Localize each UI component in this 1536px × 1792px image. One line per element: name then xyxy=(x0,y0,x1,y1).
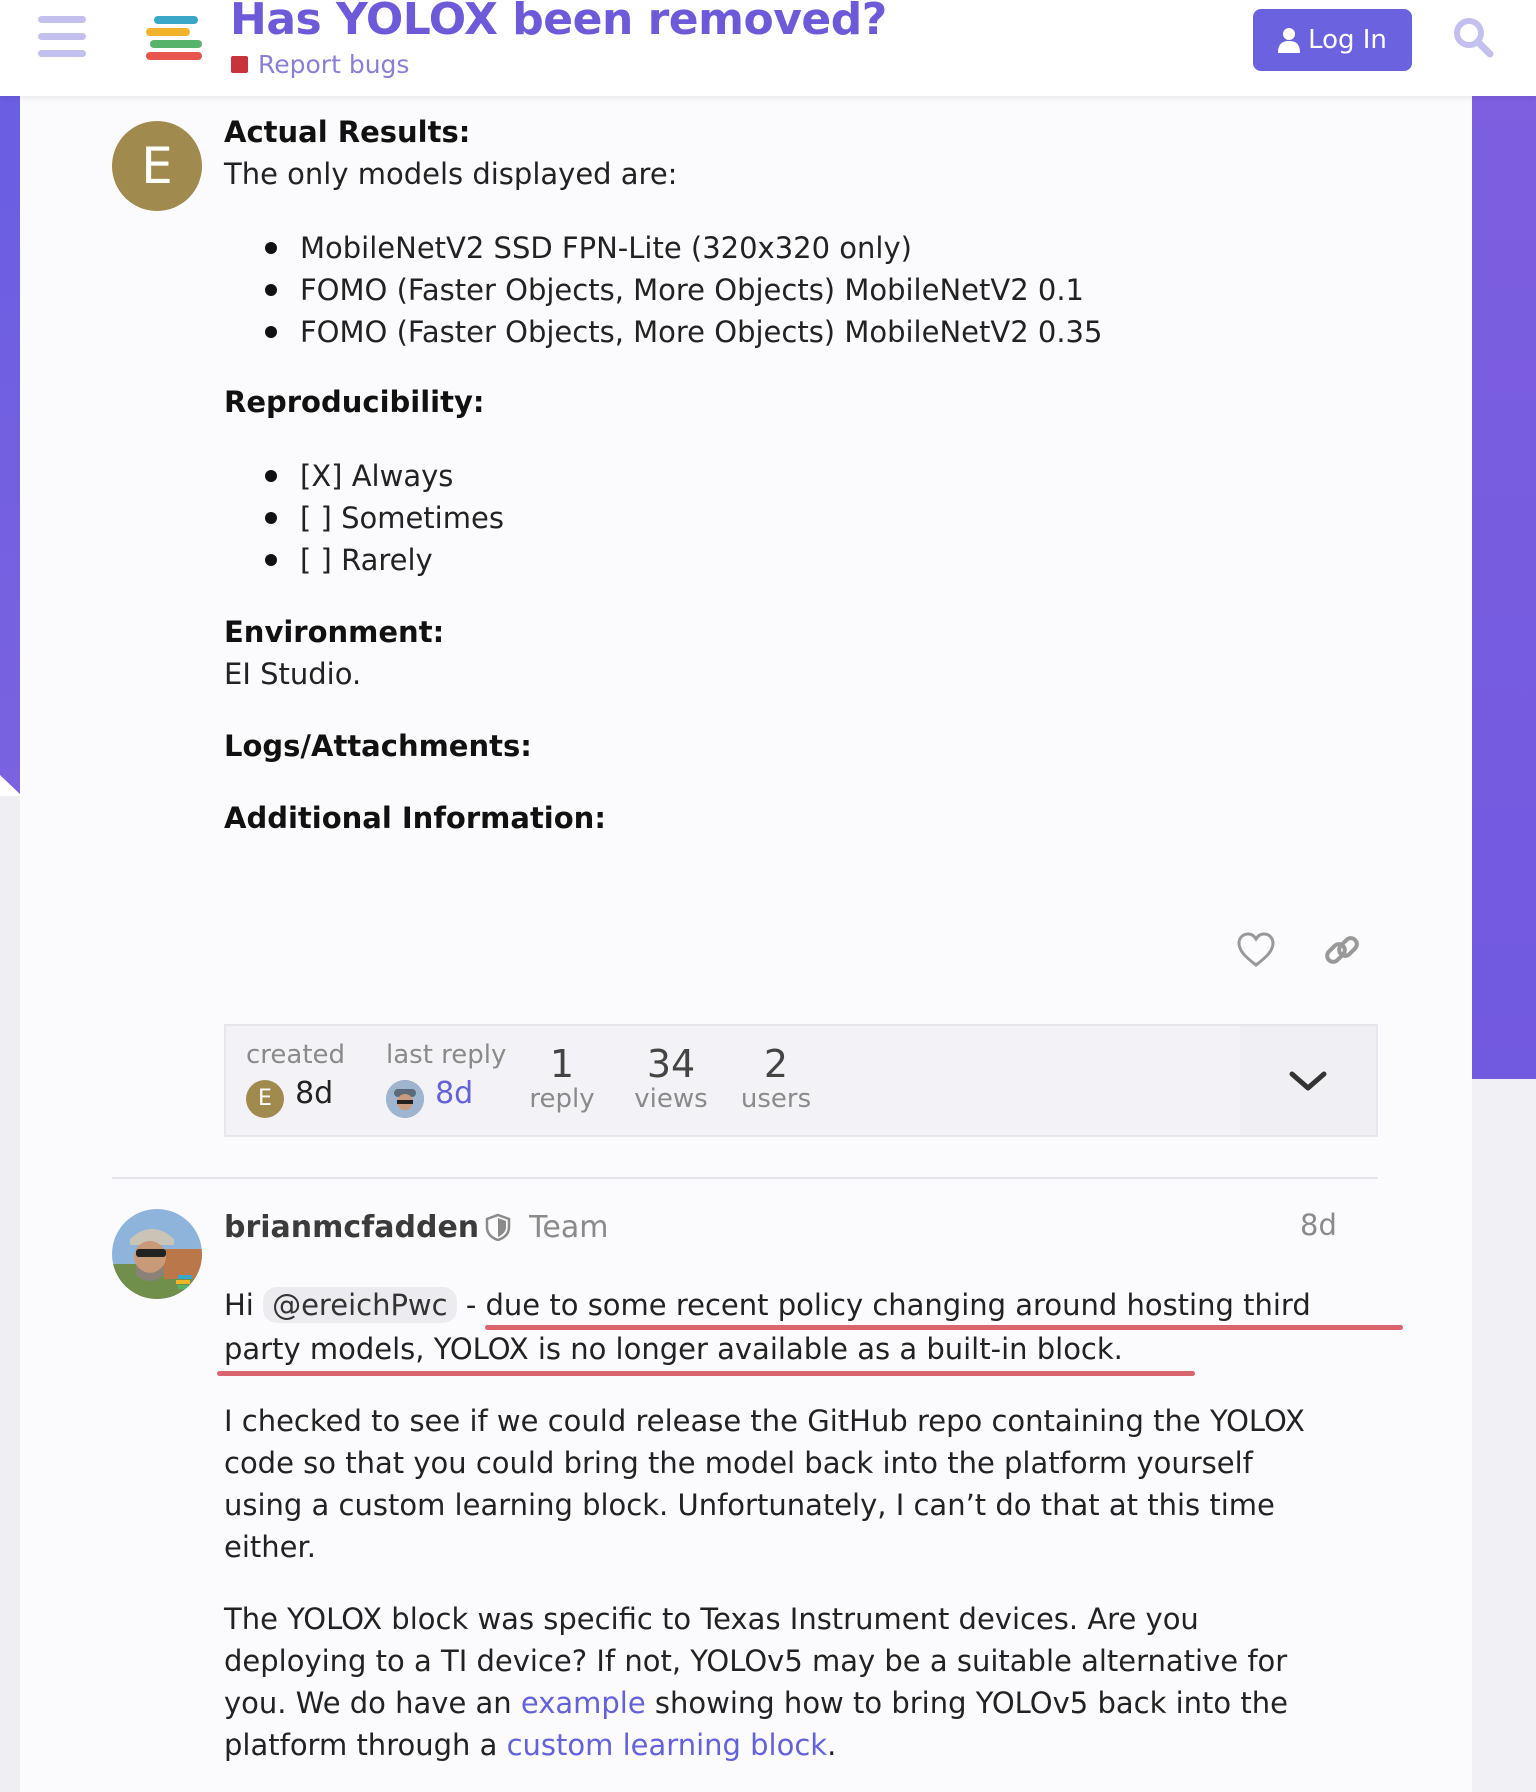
background-right-lower xyxy=(1468,1079,1536,1792)
users-count: 2 xyxy=(763,1042,789,1086)
menu-icon[interactable] xyxy=(38,16,88,58)
list-item: FOMO (Faster Objects, More Objects) Mobi… xyxy=(224,269,1102,311)
paragraph-line: I checked to see if we could release the… xyxy=(224,1404,1305,1438)
post-date[interactable]: 8d xyxy=(1300,1208,1337,1242)
example-link[interactable]: example xyxy=(521,1686,646,1720)
background-left-lower xyxy=(0,796,22,1792)
last-reply-stat[interactable]: last reply 8d xyxy=(386,1040,506,1118)
text-segment: . xyxy=(827,1728,837,1762)
paragraph-line: deploying to a TI device? If not, YOLOv5… xyxy=(224,1644,1288,1678)
environment-text: EI Studio. xyxy=(224,657,362,691)
paragraph-line: platform through a custom learning block… xyxy=(224,1724,1288,1766)
last-reply-value[interactable]: 8d xyxy=(435,1076,473,1111)
list-item: [ ] Rarely xyxy=(224,539,504,581)
category-label: Report bugs xyxy=(258,50,410,79)
logs-heading: Logs/Attachments: xyxy=(224,729,532,763)
list-item: [X] Always xyxy=(224,455,504,497)
expand-topic-map-button[interactable] xyxy=(1240,1026,1376,1135)
replies-count: 1 xyxy=(549,1042,575,1086)
background-accent-left xyxy=(0,96,22,796)
custom-learning-block-link[interactable]: custom learning block xyxy=(507,1728,828,1762)
paragraph-line: The YOLOX block was specific to Texas In… xyxy=(224,1602,1199,1636)
avatar[interactable] xyxy=(112,1209,202,1299)
users-stat: 2 users xyxy=(736,1040,816,1114)
actual-results-text: The only models displayed are: xyxy=(224,157,678,191)
line-1-text: - due to some recent policy changing aro… xyxy=(456,1288,1311,1322)
avatar[interactable]: E xyxy=(246,1079,284,1118)
site-logo[interactable] xyxy=(146,16,206,60)
post-2-line-1: Hi @ereichPwc - due to some recent polic… xyxy=(224,1284,1311,1326)
user-mention[interactable]: @ereichPwc xyxy=(263,1287,457,1323)
views-stat: 34 views xyxy=(626,1040,716,1114)
list-item: [ ] Sometimes xyxy=(224,497,504,539)
views-label: views xyxy=(634,1084,708,1114)
login-button[interactable]: Log In xyxy=(1253,9,1412,71)
created-stat: created E 8d xyxy=(246,1040,345,1118)
post-2-paragraph-3: The YOLOX block was specific to Texas In… xyxy=(224,1598,1288,1766)
search-icon[interactable] xyxy=(1452,16,1494,58)
user-title: Team xyxy=(529,1209,609,1245)
list-item: FOMO (Faster Objects, More Objects) Mobi… xyxy=(224,311,1102,353)
replies-label: reply xyxy=(529,1084,595,1114)
category-color-square xyxy=(231,56,248,73)
shield-icon xyxy=(485,1213,511,1241)
background-accent-right xyxy=(1468,96,1536,1079)
paragraph-line: code so that you could bring the model b… xyxy=(224,1446,1253,1480)
login-label: Log In xyxy=(1308,25,1387,55)
last-reply-label: last reply xyxy=(386,1040,507,1070)
environment-heading: Environment: xyxy=(224,615,445,649)
topic-title[interactable]: Has YOLOX been removed? xyxy=(230,0,887,45)
username[interactable]: brianmcfadden xyxy=(224,1210,479,1245)
annotation-underline xyxy=(217,1371,1195,1376)
text-segment: showing how to bring YOLOv5 back into th… xyxy=(645,1686,1288,1720)
text-segment: platform through a xyxy=(224,1728,507,1762)
paragraph-line: you. We do have an example showing how t… xyxy=(224,1682,1288,1724)
post-2-paragraph-2: I checked to see if we could release the… xyxy=(224,1400,1305,1568)
heart-icon[interactable] xyxy=(1236,930,1276,970)
views-count: 34 xyxy=(646,1042,696,1086)
list-item: MobileNetV2 SSD FPN-Lite (320x320 only) xyxy=(224,227,1102,269)
avatar[interactable] xyxy=(386,1079,424,1118)
created-value: 8d xyxy=(295,1076,334,1111)
site-header: Has YOLOX been removed? Report bugs Log … xyxy=(0,0,1536,96)
actual-results-heading: Actual Results: xyxy=(224,115,471,149)
greeting: Hi xyxy=(224,1288,254,1322)
reproducibility-heading: Reproducibility: xyxy=(224,385,485,419)
users-label: users xyxy=(740,1084,812,1114)
avatar[interactable]: E xyxy=(112,121,202,211)
reproducibility-list: [X] Always [ ] Sometimes [ ] Rarely xyxy=(224,455,504,581)
additional-info-heading: Additional Information: xyxy=(224,801,606,835)
post-2-header: brianmcfadden Team xyxy=(224,1205,608,1249)
category-badge[interactable]: Report bugs xyxy=(231,50,409,79)
models-list: MobileNetV2 SSD FPN-Lite (320x320 only) … xyxy=(224,227,1102,353)
link-icon[interactable] xyxy=(1322,930,1362,970)
post-divider xyxy=(112,1177,1378,1179)
annotation-underline xyxy=(485,1325,1403,1330)
topic-map: created E 8d last reply 8d 1 reply 34 vi… xyxy=(224,1024,1378,1137)
chevron-down-icon xyxy=(1289,1071,1327,1091)
user-icon xyxy=(1278,28,1301,53)
paragraph-line: using a custom learning block. Unfortuna… xyxy=(224,1488,1275,1522)
text-segment: you. We do have an xyxy=(224,1686,521,1720)
created-label: created xyxy=(246,1040,346,1070)
paragraph-line: either. xyxy=(224,1530,316,1564)
replies-stat: 1 reply xyxy=(522,1040,602,1114)
post-2-line-2: party models, YOLOX is no longer availab… xyxy=(224,1332,1123,1366)
